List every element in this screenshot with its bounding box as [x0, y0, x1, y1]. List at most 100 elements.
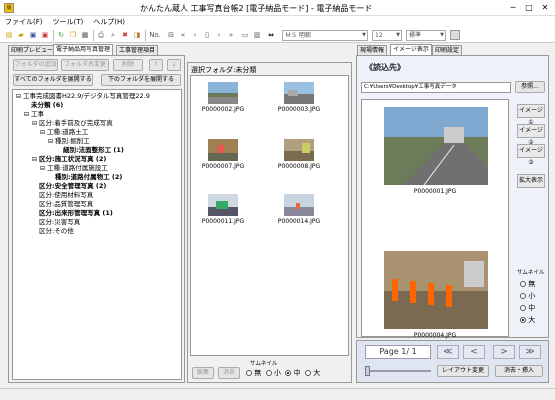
size-medium-radio[interactable] — [285, 370, 292, 376]
font-name-select[interactable]: ＭＳ 明朝 ▼ — [282, 30, 368, 41]
tree-node[interactable]: 区分:その他 — [16, 227, 150, 236]
number-icon[interactable]: No. — [148, 30, 162, 40]
photo-image[interactable] — [384, 107, 488, 185]
font-size-select[interactable]: 12 ▼ — [372, 30, 402, 41]
open-folder-icon[interactable]: ▰ — [16, 30, 26, 40]
right-size-large-radio[interactable] — [520, 317, 526, 323]
tree-node[interactable]: 未分類 (6) — [16, 101, 150, 110]
tree-toggle-icon[interactable]: ⊟ — [40, 164, 47, 173]
tree-node[interactable]: ⊟ 工事 — [16, 110, 150, 119]
rename-folder-button[interactable]: フォルダ名変更 — [61, 59, 109, 71]
next-page-button[interactable]: > — [493, 345, 515, 359]
close-icon[interactable]: ✕ — [538, 2, 552, 13]
menu-file[interactable]: ファイル(F) — [0, 16, 48, 28]
slider-track[interactable] — [365, 370, 431, 372]
style-select[interactable]: 標準 ▼ — [406, 30, 446, 41]
tree-node[interactable]: ⊟ 工種:道路土工 — [16, 128, 150, 137]
erase-button[interactable]: 消去 — [218, 367, 240, 379]
tree-node[interactable]: 区分:災害写真 — [16, 218, 150, 227]
expand-below-button[interactable]: 下のフォルダを展開する — [101, 74, 181, 86]
page-settings-icon[interactable]: ▭ — [240, 30, 250, 40]
tree-node[interactable]: 区分:使用材料写真 — [16, 191, 150, 200]
page-icon[interactable]: ▯ — [202, 30, 212, 40]
layout-icon[interactable]: ▥ — [252, 30, 262, 40]
copy-icon[interactable]: ❐ — [68, 30, 78, 40]
expand-all-button[interactable]: すべてのフォルダを展開する — [13, 74, 93, 86]
maximize-icon[interactable]: □ — [522, 2, 536, 13]
tree-toggle-icon[interactable]: ⊟ — [32, 119, 39, 128]
tree-node[interactable]: ⊟ 区分:施工状況写真 (2) — [16, 155, 150, 164]
tree-node[interactable]: 区分:品質管理写真 — [16, 200, 150, 209]
right-size-medium-radio[interactable] — [520, 305, 526, 311]
settings-icon[interactable]: ◨ — [132, 30, 142, 40]
tab-photo-management[interactable]: 電子納品用写真管理 — [53, 44, 114, 55]
tree-node-label: 区分:品質管理写真 — [39, 200, 94, 208]
tree-toggle-icon[interactable]: ⊟ — [48, 137, 55, 146]
tree-toggle-icon[interactable]: ⊟ — [16, 92, 23, 101]
preview-icon[interactable]: ⌕ — [108, 30, 118, 40]
zoom-button[interactable]: 拡大表示 — [517, 174, 545, 188]
tree-node[interactable]: 区分:出来形管理写真 (1) — [16, 209, 150, 218]
move-down-button[interactable]: ↓ — [167, 59, 181, 71]
delete-folder-button[interactable]: 削除 — [113, 59, 143, 71]
tree-node[interactable]: ⊟ 工種:道路付属施設工 — [16, 164, 150, 173]
next-page-icon[interactable]: › — [214, 30, 224, 40]
image2-button[interactable]: イメージ② — [517, 124, 545, 146]
tab-print-preview[interactable]: 印刷プレビュー — [8, 45, 57, 55]
image1-button[interactable]: イメージ① — [517, 104, 545, 126]
slider-handle[interactable] — [365, 366, 370, 376]
layout-change-button[interactable]: レイアウト変更 — [437, 365, 489, 377]
right-size-none-radio[interactable] — [520, 281, 526, 287]
save-as-icon[interactable]: ▣ — [40, 30, 50, 40]
tree-node[interactable]: 細別:法面整形工 (1) — [16, 146, 150, 155]
refresh-icon[interactable]: ↻ — [56, 30, 66, 40]
minimize-icon[interactable]: ─ — [506, 2, 520, 13]
new-file-icon[interactable]: ▤ — [4, 30, 14, 40]
browse-button[interactable]: 参照... — [515, 81, 545, 93]
save-icon[interactable]: ▣ — [28, 30, 38, 40]
tree-toggle-icon[interactable]: ⊟ — [24, 110, 31, 119]
size-large-radio[interactable] — [305, 370, 312, 376]
image3-button[interactable]: イメージ③ — [517, 144, 545, 166]
size-none-radio[interactable] — [246, 370, 252, 376]
tree-node[interactable]: ⊟ 区分:着手前及び完成写真 — [16, 119, 150, 128]
tree-toggle-icon[interactable]: ⊟ — [32, 155, 39, 164]
size-small-radio[interactable] — [265, 370, 272, 376]
tab-print-settings[interactable]: 印刷設定 — [432, 45, 463, 55]
tree-node[interactable]: 種別:道路付属物工 (2) — [16, 173, 150, 182]
tree-toggle-icon[interactable]: ⊟ — [40, 128, 47, 137]
paste-icon[interactable]: ▦ — [80, 30, 90, 40]
tab-site-info[interactable]: 現場情報 — [357, 45, 388, 55]
swap-icon[interactable]: ⇔ — [266, 30, 276, 40]
path-field[interactable]: C:¥Users¥Desktop¥工事写真データ — [361, 82, 511, 93]
tree-node[interactable]: ⊟ 工事完成図書H22.9/デジタル写真管理22.9 — [16, 92, 150, 101]
photo-image[interactable] — [384, 251, 488, 329]
print-icon[interactable]: ⎙ — [96, 30, 106, 40]
color-icon[interactable] — [450, 30, 460, 40]
tree-node[interactable]: 区分:安全管理写真 (2) — [16, 182, 150, 191]
photo-thumbnail[interactable] — [284, 82, 314, 104]
tree-node[interactable]: ⊟ 種別:掘削工 — [16, 137, 150, 146]
last-page-button[interactable]: ≫ — [519, 345, 541, 359]
menu-help[interactable]: ヘルプ(H) — [88, 16, 130, 28]
photo-thumbnail[interactable] — [208, 82, 238, 104]
add-folder-button[interactable]: フォルダの追加 — [13, 59, 58, 71]
first-page-icon[interactable]: « — [178, 30, 188, 40]
photo-thumbnail[interactable] — [208, 194, 238, 216]
delete-icon[interactable]: ✖ — [120, 30, 130, 40]
erase-insert-button[interactable]: 消去・挿入 — [495, 365, 543, 377]
right-size-small-radio[interactable] — [520, 293, 526, 299]
first-page-button[interactable]: ≪ — [437, 345, 459, 359]
move-up-button[interactable]: ↑ — [149, 59, 163, 71]
prev-page-icon[interactable]: ‹ — [190, 30, 200, 40]
prev-page-button[interactable]: < — [463, 345, 485, 359]
photo-thumbnail[interactable] — [208, 139, 238, 161]
photo-thumbnail[interactable] — [284, 194, 314, 216]
photo-thumbnail[interactable] — [284, 139, 314, 161]
tab-construction-items[interactable]: 工事管理項目 — [116, 45, 159, 55]
last-page-icon[interactable]: » — [226, 30, 236, 40]
edit-button[interactable]: 編集 — [192, 367, 214, 379]
zoom-out-icon[interactable]: ⊟ — [166, 30, 176, 40]
tab-image-view[interactable]: イメージ表示 — [390, 44, 432, 55]
menu-tools[interactable]: ツール(T) — [48, 16, 89, 28]
